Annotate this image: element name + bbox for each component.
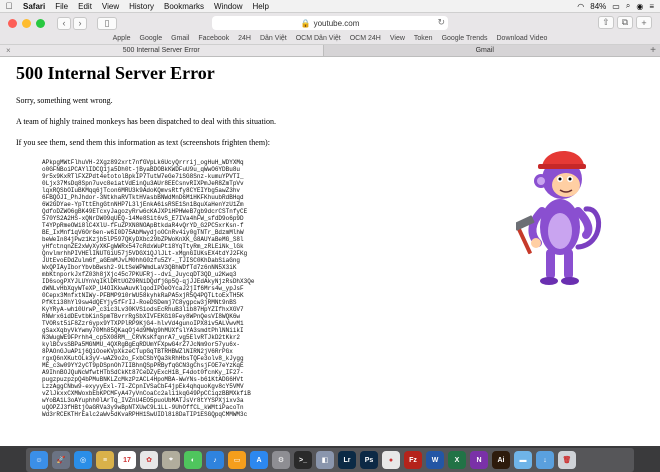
error-code-block: APkpgMWtFlhuVH-2Xgz892xrt7nfGVpLk6UcyQrr… [42,159,255,418]
wifi-icon[interactable]: ◠ [577,2,584,11]
messages-icon[interactable]: ◐ [184,451,202,469]
photos-icon[interactable]: ✿ [140,451,158,469]
close-tab-icon[interactable]: × [6,46,11,55]
books-icon[interactable]: ▭ [228,451,246,469]
back-button[interactable]: ‹ [57,16,71,30]
error-message: Sorry, something went wrong. [16,96,113,105]
finder-icon[interactable]: ☺ [30,451,48,469]
favorite-link[interactable]: Download Video [497,35,548,42]
tab-error[interactable]: × 500 Internal Server Error [0,45,323,56]
photoshop-icon[interactable]: Ps [360,451,378,469]
close-window-button[interactable] [8,18,17,28]
chrome-icon[interactable]: ● [382,451,400,469]
menu-window[interactable]: Window [209,2,247,11]
new-tab-button[interactable]: + [636,16,652,29]
monkeys-message: A team of highly trained monkeys has bee… [16,117,276,126]
excel-icon[interactable]: X [448,451,466,469]
favorite-link[interactable]: Dân Việt [260,35,287,42]
word-icon[interactable]: W [426,451,444,469]
minimize-window-button[interactable] [22,18,31,28]
menu-view[interactable]: View [97,2,124,11]
favorite-link[interactable]: View [390,35,405,42]
page-heading: 500 Internal Server Error [16,63,215,83]
folder-icon[interactable]: ▬ [514,451,532,469]
favorite-link[interactable]: 24H [238,35,251,42]
launchpad-icon[interactable]: 🚀 [52,451,70,469]
instructions-message: If you see them, send them this informat… [16,138,270,147]
safari-toolbar: ‹ › ▯ 🔒 youtube.com ↻ ⇧ ⧉ + [0,13,660,33]
favorite-link[interactable]: Facebook [198,35,229,42]
web-content: 500 Internal Server Error Sorry, somethi… [0,57,660,446]
menu-file[interactable]: File [50,2,73,11]
sidebar-button[interactable]: ▯ [97,16,117,30]
siri-icon[interactable]: ◉ [636,2,643,11]
menu-history[interactable]: History [124,2,159,11]
dock-shelf: ☺ 🚀 ◎ ≡ 17 ✿ ⌖ ◐ ♪ ▭ A ⚙ >_ ◧ Lr Ps ● Fz W X N Ai ▬ ↓ 🗑 [26,448,634,472]
terminal-icon[interactable]: >_ [294,451,312,469]
tab-label: 500 Internal Server Error [122,47,200,54]
dock: ☺ 🚀 ◎ ≡ 17 ✿ ⌖ ◐ ♪ ▭ A ⚙ >_ ◧ Lr Ps ● Fz W X N Ai ▬ ↓ 🗑 [0,446,660,472]
downloads-icon[interactable]: ↓ [536,451,554,469]
menu-bar:  Safari File Edit View History Bookmark… [0,0,660,13]
zoom-window-button[interactable] [36,18,45,28]
favorite-link[interactable]: Google Trends [442,35,488,42]
appstore-icon[interactable]: A [250,451,268,469]
add-tab-icon[interactable]: + [646,45,660,56]
tabs-overview-button[interactable]: ⧉ [617,16,633,29]
favorite-link[interactable]: OCM 24H [350,35,381,42]
calendar-icon[interactable]: 17 [118,451,136,469]
forward-button[interactable]: › [73,16,87,30]
apple-icon[interactable]:  [0,1,18,11]
battery-icon[interactable]: ▭ [612,2,620,11]
status-area: ◠ 84% ▭ ⌕ ◉ ≡ [577,1,660,11]
preview-icon[interactable]: ◧ [316,451,334,469]
url-text: youtube.com [313,18,360,28]
share-button[interactable]: ⇧ [598,16,614,29]
filezilla-icon[interactable]: Fz [404,451,422,469]
favorite-link[interactable]: OCM Dân Việt [296,35,341,42]
trash-icon[interactable]: 🗑 [558,451,576,469]
favorite-link[interactable]: Gmail [171,35,189,42]
tab-bar: × 500 Internal Server Error Gmail + [0,45,660,57]
control-icon[interactable]: ≡ [649,2,654,11]
lightroom-icon[interactable]: Lr [338,451,356,469]
tab-gmail[interactable]: Gmail [322,45,647,56]
monkey-illustration [516,150,601,285]
favorite-link[interactable]: Google [140,35,163,42]
lock-icon: 🔒 [300,18,311,28]
facetime-icon[interactable]: ♪ [206,451,224,469]
address-bar[interactable]: 🔒 youtube.com ↻ [212,16,448,30]
menu-edit[interactable]: Edit [73,2,97,11]
battery-percent[interactable]: 84% [590,2,606,11]
menu-bookmarks[interactable]: Bookmarks [159,2,209,11]
error-document: 500 Internal Server Error Sorry, somethi… [16,63,456,418]
menu-app[interactable]: Safari [18,2,50,11]
notes-icon[interactable]: ≡ [96,451,114,469]
maps-icon[interactable]: ⌖ [162,451,180,469]
settings-icon[interactable]: ⚙ [272,451,290,469]
safari-icon[interactable]: ◎ [74,451,92,469]
favorite-link[interactable]: Token [414,35,433,42]
tab-label: Gmail [475,47,494,54]
illustrator-icon[interactable]: Ai [492,451,510,469]
favorite-link[interactable]: Apple [113,35,131,42]
onenote-icon[interactable]: N [470,451,488,469]
favorites-bar: Apple Google Gmail Facebook 24H Dân Việt… [0,33,660,45]
search-icon[interactable]: ⌕ [626,1,630,11]
menu-help[interactable]: Help [247,2,273,11]
window-controls [8,18,45,28]
reload-icon[interactable]: ↻ [437,17,445,28]
